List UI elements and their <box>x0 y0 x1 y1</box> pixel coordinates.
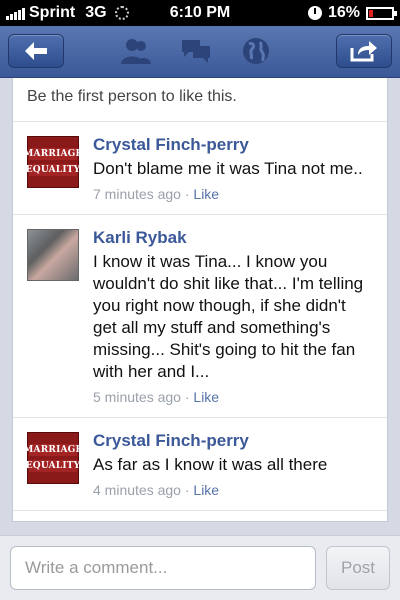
comment-item: MARRIAGE EQUALITY Crystal Finch-perry As… <box>13 418 387 511</box>
avatar[interactable]: MARRIAGE EQUALITY <box>23 136 83 188</box>
likes-summary: Be the first person to like this. <box>13 78 387 122</box>
back-button[interactable] <box>8 34 64 68</box>
battery-percent: 16% <box>327 4 360 21</box>
meta-separator: · <box>184 389 190 405</box>
battery-icon <box>366 6 397 20</box>
comment-meta: 4 minutes ago · Like <box>93 482 373 498</box>
comment-composer: Post <box>0 535 400 600</box>
comment-author[interactable]: Crystal Finch-perry <box>93 430 373 452</box>
meta-separator: · <box>184 186 190 202</box>
avatar-label-top: MARRIAGE <box>23 148 83 160</box>
avatar-label-bottom: EQUALITY <box>25 460 81 472</box>
friends-tab[interactable] <box>120 36 152 66</box>
post-detail: Be the first person to like this. MARRIA… <box>12 78 388 522</box>
back-arrow-icon <box>25 42 47 60</box>
comment-time: 5 minutes ago <box>93 389 181 405</box>
share-icon <box>350 41 377 62</box>
status-bar: Sprint 3G 6:10 PM 16% <box>0 0 400 26</box>
comment-text: Don't blame me it was Tina not me.. <box>93 159 363 178</box>
comment-author[interactable]: Crystal Finch-perry <box>93 134 373 156</box>
battery-fill <box>369 9 373 17</box>
nav-bar <box>0 26 400 78</box>
avatar[interactable]: MARRIAGE EQUALITY <box>23 432 83 484</box>
nav-tab-icons <box>120 36 272 66</box>
status-right: 16% <box>307 4 397 22</box>
comment-text: I know it was Tina... I know you wouldn'… <box>93 252 364 381</box>
comment-item: MARRIAGE EQUALITY Crystal Finch-perry Do… <box>13 122 387 215</box>
comment-text: As far as I know it was all there <box>93 455 328 474</box>
avatar[interactable] <box>27 229 79 281</box>
comment-author[interactable]: Karli Rybak <box>93 227 373 249</box>
like-link[interactable]: Like <box>193 389 219 405</box>
comment-meta: 5 minutes ago · Like <box>93 389 373 405</box>
post-button[interactable]: Post <box>326 546 390 590</box>
like-link[interactable]: Like <box>193 186 219 202</box>
like-link[interactable]: Like <box>193 482 219 498</box>
comment-input[interactable] <box>10 546 316 590</box>
notifications-tab[interactable] <box>240 36 272 66</box>
globe-icon <box>243 38 269 64</box>
comment-time: 7 minutes ago <box>93 186 181 202</box>
avatar-label-top: MARRIAGE <box>23 444 83 456</box>
share-button[interactable] <box>336 34 392 68</box>
comment-time: 4 minutes ago <box>93 482 181 498</box>
comment-meta: 7 minutes ago · Like <box>93 186 373 202</box>
messages-icon <box>182 40 210 63</box>
friends-icon <box>121 39 151 64</box>
alarm-clock-icon <box>307 6 322 20</box>
avatar-label-bottom: EQUALITY <box>25 164 81 176</box>
messages-tab[interactable] <box>180 36 212 66</box>
meta-separator: · <box>184 482 190 498</box>
comment-item: Karli Rybak I know it was Tina... I know… <box>13 215 387 418</box>
